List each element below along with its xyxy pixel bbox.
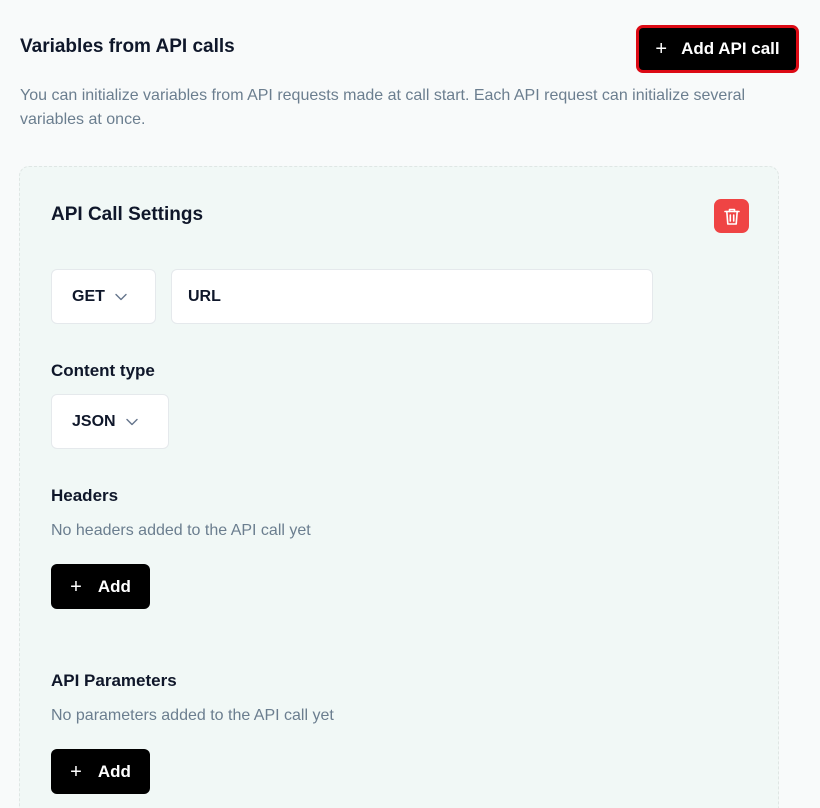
- plus-icon: +: [70, 760, 82, 783]
- add-header-button[interactable]: + Add: [51, 564, 150, 609]
- delete-api-call-button[interactable]: [714, 199, 749, 233]
- add-header-label: Add: [97, 576, 131, 596]
- http-method-value: GET: [72, 287, 105, 305]
- chevron-down-icon: [125, 418, 138, 426]
- headers-label: Headers: [51, 486, 119, 505]
- content-type-label: Content type: [51, 361, 155, 380]
- content-type-value: JSON: [72, 412, 116, 430]
- add-api-call-button[interactable]: + Add API call: [636, 25, 799, 73]
- card-title: API Call Settings: [51, 204, 204, 225]
- api-call-settings-card: API Call Settings GET Content type JSON …: [19, 166, 779, 808]
- chevron-down-icon: [115, 293, 127, 301]
- url-input[interactable]: [171, 269, 653, 324]
- add-parameter-button[interactable]: + Add: [51, 749, 150, 794]
- parameters-empty-text: No parameters added to the API call yet: [51, 707, 334, 724]
- headers-empty-text: No headers added to the API call yet: [51, 522, 311, 539]
- plus-icon: +: [70, 575, 82, 598]
- section-description: You can initialize variables from API re…: [20, 87, 746, 128]
- section-title: Variables from API calls: [20, 36, 235, 57]
- api-parameters-label: API Parameters: [51, 671, 177, 690]
- trash-icon: [723, 208, 740, 225]
- add-api-call-label: Add API call: [681, 39, 780, 58]
- http-method-select[interactable]: GET: [51, 269, 156, 324]
- plus-icon: +: [655, 38, 668, 60]
- content-type-select[interactable]: JSON: [51, 394, 169, 449]
- add-parameter-label: Add: [97, 761, 131, 781]
